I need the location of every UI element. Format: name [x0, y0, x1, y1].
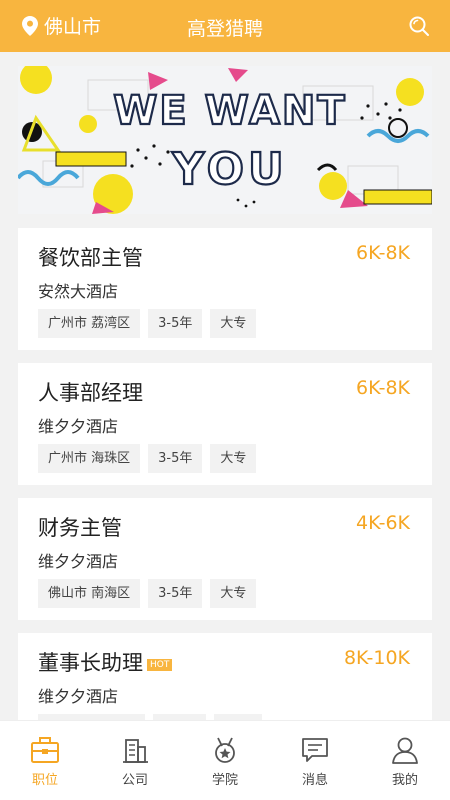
- job-card[interactable]: 财务主管 4K-6K 维夕夕酒店 佛山市 南海区 3-5年 大专: [18, 498, 432, 620]
- job-tags: 广州市 荔湾区 3-5年 大专: [38, 309, 257, 338]
- bottom-tab-bar: 职位 公司 学院 消息 我的: [0, 720, 450, 800]
- company-name: 安然大酒店: [38, 282, 119, 301]
- banner-line1: WE WANT: [113, 88, 346, 134]
- job-salary: 8K-10K: [343, 647, 410, 669]
- job-title: 财务主管: [38, 516, 122, 540]
- tab-academy[interactable]: 学院: [180, 721, 270, 800]
- experience-tag: 3-5年: [148, 309, 203, 338]
- page-title: 高登猎聘: [186, 18, 263, 40]
- building-icon: [123, 739, 148, 763]
- promo-banner[interactable]: WE WANT YOU: [18, 66, 432, 214]
- tab-messages[interactable]: 消息: [270, 721, 360, 800]
- tab-profile[interactable]: 我的: [360, 721, 450, 800]
- experience-tag: 3-5年: [148, 579, 203, 608]
- tab-label: 学院: [211, 773, 238, 788]
- tab-label: 公司: [121, 773, 148, 788]
- job-tags: 广州市 海珠区 3-5年 大专: [38, 444, 257, 473]
- job-tags: 佛山市 南海区 3-5年 大专: [38, 579, 257, 608]
- job-card[interactable]: 餐饮部主管 6K-8K 安然大酒店 广州市 荔湾区 3-5年 大专: [18, 228, 432, 350]
- user-icon: [392, 737, 418, 764]
- search-icon[interactable]: [408, 15, 430, 37]
- job-salary: 6K-8K: [356, 377, 410, 399]
- tab-jobs[interactable]: 职位: [0, 721, 90, 800]
- experience-tag: 3-5年: [148, 444, 203, 473]
- job-card[interactable]: 人事部经理 6K-8K 维夕夕酒店 广州市 海珠区 3-5年 大专: [18, 363, 432, 485]
- banner-artwork: WE WANT YOU: [18, 66, 432, 214]
- briefcase-icon: [31, 737, 59, 763]
- tab-label: 我的: [391, 773, 418, 788]
- job-salary: 4K-6K: [356, 512, 410, 534]
- top-header: 佛山市 高登猎聘: [0, 0, 450, 52]
- company-name: 维夕夕酒店: [38, 687, 119, 706]
- company-name: 维夕夕酒店: [38, 417, 119, 436]
- education-tag: 大专: [210, 444, 257, 473]
- tab-companies[interactable]: 公司: [90, 721, 180, 800]
- hot-badge: HOT: [147, 659, 173, 671]
- job-title: 餐饮部主管: [38, 246, 143, 270]
- location-tag: 广州市 海珠区: [38, 444, 141, 473]
- banner-line2: YOU: [171, 144, 287, 195]
- medal-icon: [215, 737, 235, 763]
- location-tag: 佛山市 南海区: [38, 579, 141, 608]
- education-tag: 大专: [210, 309, 257, 338]
- job-salary: 6K-8K: [356, 242, 410, 264]
- job-title: 人事部经理: [38, 381, 143, 405]
- tab-label: 职位: [31, 773, 58, 788]
- education-tag: 大专: [210, 579, 257, 608]
- message-icon: [302, 738, 328, 762]
- company-name: 维夕夕酒店: [38, 552, 119, 571]
- job-title: 董事长助理 HOT: [38, 647, 173, 677]
- tab-label: 消息: [301, 773, 328, 788]
- location-tag: 广州市 荔湾区: [38, 309, 141, 338]
